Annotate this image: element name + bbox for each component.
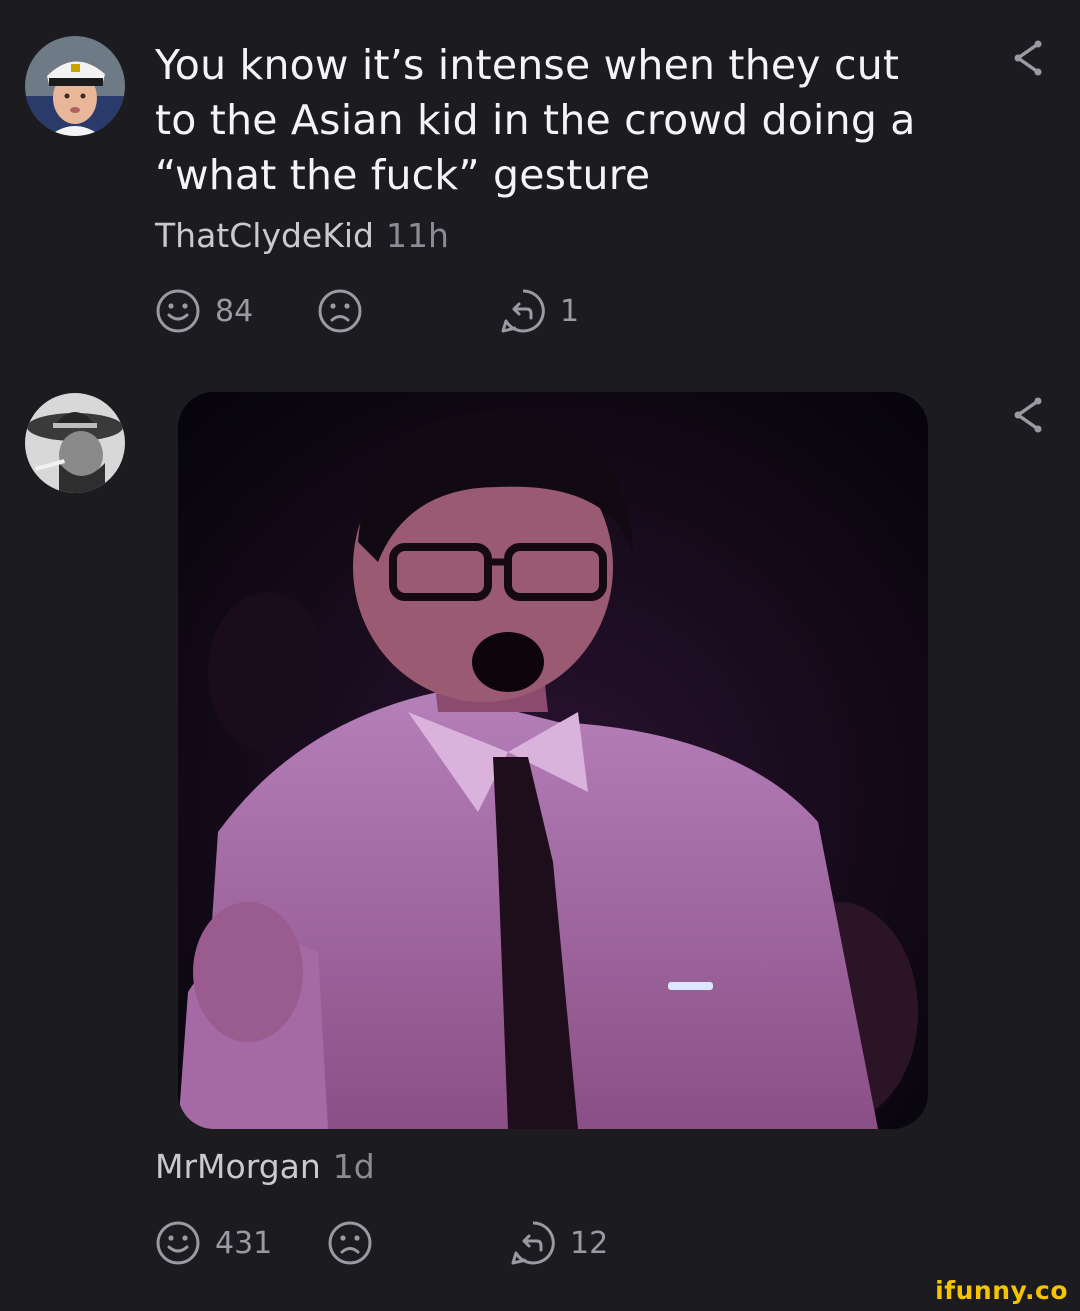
username[interactable]: MrMorgan (155, 1147, 321, 1186)
username[interactable]: ThatClydeKid (155, 216, 374, 255)
ifunny-watermark: ifunny.co (935, 1276, 1068, 1305)
frown-icon (318, 289, 362, 333)
smile-button[interactable]: 84 (155, 288, 253, 334)
reply-count: 12 (570, 1225, 609, 1261)
frown-icon (328, 1221, 372, 1265)
reply-count: 1 (560, 293, 580, 329)
smile-button[interactable]: 431 (155, 1220, 272, 1266)
reply-icon (501, 289, 545, 333)
comment-image[interactable] (178, 392, 928, 1129)
smile-icon (156, 289, 200, 333)
reply-button[interactable]: 1 (500, 288, 579, 334)
share-button[interactable] (1012, 397, 1044, 433)
shocked-kid-image (178, 392, 928, 1129)
comment-text: You know it’s intense when they cut to t… (155, 41, 916, 199)
avatar-cowboy-bw-image (25, 393, 125, 493)
share-icon (1014, 397, 1042, 433)
avatar[interactable] (25, 393, 125, 493)
share-button[interactable] (1012, 40, 1044, 76)
comment-meta: MrMorgan 1d (155, 1147, 375, 1186)
reply-button[interactable]: 12 (510, 1220, 608, 1266)
comment-actions: 431 12 (155, 1220, 655, 1268)
smile-count: 431 (215, 1225, 273, 1261)
timestamp: 1d (332, 1147, 375, 1186)
comment-meta: ThatClydeKid 11h (155, 216, 449, 255)
smile-count: 84 (215, 293, 254, 329)
frown-button[interactable] (327, 1220, 387, 1266)
frown-button[interactable] (317, 288, 377, 334)
comment-actions: 84 1 (155, 288, 655, 336)
avatar-captain-hat-image (25, 36, 125, 136)
share-icon (1014, 40, 1042, 76)
timestamp: 11h (385, 216, 449, 255)
smile-icon (156, 1221, 200, 1265)
avatar[interactable] (25, 36, 125, 136)
reply-icon (511, 1221, 555, 1265)
